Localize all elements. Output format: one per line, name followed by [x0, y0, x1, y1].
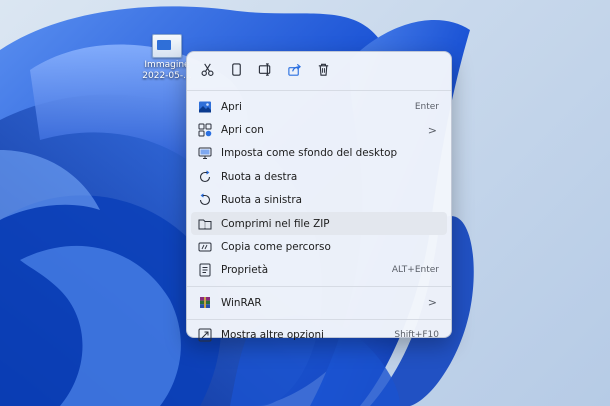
menu-item-rotate-left[interactable]: Ruota a sinistra [191, 189, 447, 212]
context-menu: Apri Enter Apri con > Imposta come sfond… [186, 51, 452, 342]
menu-item-open-with[interactable]: Apri con > [191, 118, 447, 141]
context-menu-toolbar [187, 52, 451, 86]
copy-button[interactable] [222, 55, 251, 83]
copy-icon [232, 62, 241, 76]
cut-button[interactable] [193, 55, 222, 83]
share-button[interactable] [280, 55, 309, 83]
rename-button[interactable] [251, 55, 280, 83]
menu-item-label: Proprietà [221, 264, 269, 277]
image-icon [199, 101, 211, 113]
zip-icon [198, 219, 212, 230]
copy-path-icon [198, 242, 212, 252]
menu-separator [187, 318, 451, 320]
rotate-left-icon [199, 193, 211, 206]
desktop[interactable]: Immagine 2022-05-... Apri Enter Apri con… [0, 0, 610, 406]
chevron-right-icon: > [427, 296, 437, 310]
menu-item-label: Apri [221, 100, 242, 113]
delete-button[interactable] [309, 55, 338, 83]
menu-item-label: Copia come percorso [221, 241, 331, 254]
menu-item-label: Ruota a destra [221, 170, 298, 183]
menu-item-label: Ruota a sinistra [221, 194, 303, 207]
menu-item-set-wallpaper[interactable]: Imposta come sfondo del desktop [191, 142, 447, 165]
menu-item-properties[interactable]: Proprietà ALT+Enter [191, 259, 447, 282]
image-thumbnail-icon [152, 34, 182, 58]
share-icon [288, 63, 302, 76]
menu-item-label: Imposta come sfondo del desktop [221, 147, 398, 160]
chevron-right-icon: > [427, 123, 437, 137]
winrar-icon [200, 296, 210, 308]
menu-item-show-more-options[interactable]: Mostra altre opzioni Shift+F10 [191, 324, 447, 347]
more-options-icon [198, 328, 212, 342]
menu-item-shortcut: ALT+Enter [391, 265, 439, 276]
properties-icon [199, 263, 211, 277]
menu-item-label: Apri con [221, 124, 264, 137]
open-with-icon [198, 123, 212, 137]
menu-item-shortcut: Shift+F10 [394, 330, 439, 341]
menu-separator [187, 286, 451, 288]
menu-item-open[interactable]: Apri Enter [191, 95, 447, 118]
menu-item-rotate-right[interactable]: Ruota a destra [191, 165, 447, 188]
rotate-right-icon [199, 170, 211, 182]
menu-item-shortcut: Enter [414, 101, 439, 112]
menu-separator [187, 90, 451, 91]
menu-item-label: WinRAR [221, 296, 262, 309]
wallpaper-icon [198, 147, 212, 160]
rename-icon [258, 62, 271, 76]
menu-item-winrar[interactable]: WinRAR > [191, 291, 447, 314]
menu-item-copy-path[interactable]: Copia come percorso [191, 235, 447, 258]
menu-item-label: Comprimi nel file ZIP [221, 217, 330, 230]
cut-icon [201, 63, 214, 76]
delete-icon [318, 63, 329, 76]
menu-item-compress-zip[interactable]: Comprimi nel file ZIP [191, 211, 447, 236]
menu-item-label: Mostra altre opzioni [221, 329, 324, 342]
